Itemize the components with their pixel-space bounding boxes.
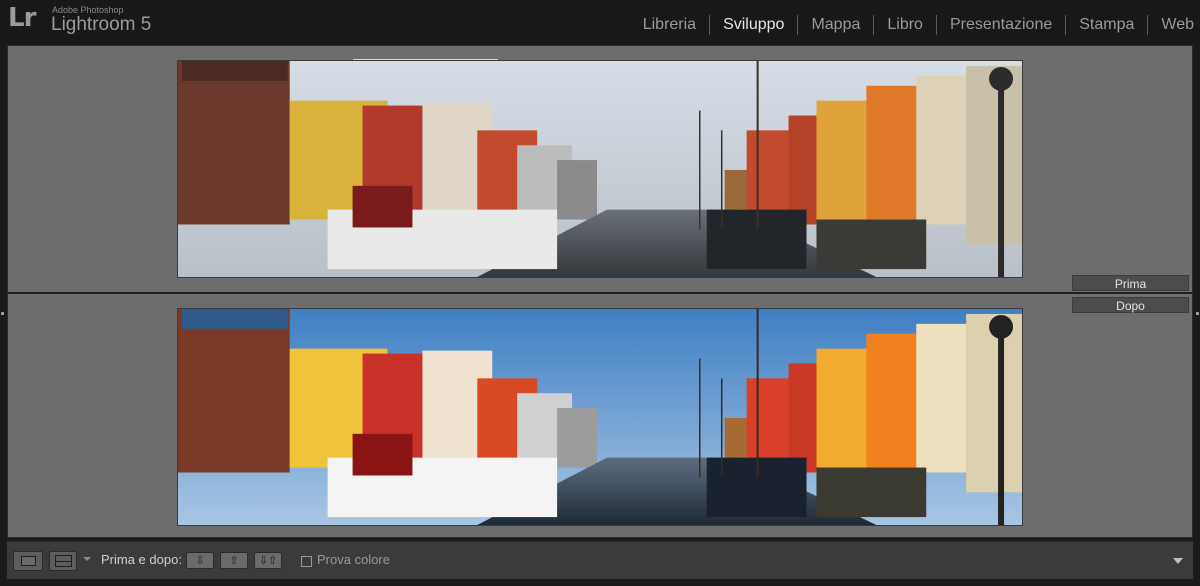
loupe-view-button[interactable] bbox=[13, 551, 43, 571]
module-web[interactable]: Web bbox=[1147, 15, 1200, 35]
view-mode-dropdown-icon[interactable] bbox=[83, 557, 91, 561]
bottom-toolbar: Prima e dopo: ⇩ ⇧ ⇩⇧ Prova colore bbox=[7, 541, 1193, 579]
toolbar-content-menu-icon[interactable] bbox=[1173, 558, 1183, 564]
after-pane bbox=[8, 296, 1192, 537]
before-after-view: Prima Dopo bbox=[7, 45, 1193, 538]
module-libreria[interactable]: Libreria bbox=[630, 15, 709, 35]
product-name: Lightroom 5 bbox=[51, 14, 152, 35]
copy-after-to-before-button[interactable]: ⇧ bbox=[220, 552, 248, 569]
left-panel-toggle-icon[interactable] bbox=[1, 312, 4, 315]
soft-proofing-checkbox[interactable] bbox=[301, 556, 312, 567]
before-photo-image bbox=[178, 61, 1022, 277]
swap-arrows-icon: ⇩⇧ bbox=[258, 554, 278, 567]
after-photo[interactable] bbox=[177, 308, 1023, 526]
module-mappa[interactable]: Mappa bbox=[797, 15, 873, 35]
logo-mark: Lr bbox=[8, 3, 36, 33]
module-picker: Libreria Sviluppo Mappa Libro Presentazi… bbox=[630, 14, 1200, 36]
before-after-view-button[interactable] bbox=[49, 551, 77, 571]
copy-before-to-after-button[interactable]: ⇩ bbox=[186, 552, 214, 569]
before-label: Prima bbox=[1072, 275, 1189, 291]
arrow-up-icon: ⇧ bbox=[229, 554, 239, 567]
after-label: Dopo bbox=[1072, 297, 1189, 313]
lightroom-logo-icon: Lr bbox=[8, 3, 42, 39]
before-pane bbox=[8, 46, 1192, 294]
loupe-view-icon bbox=[21, 556, 36, 566]
module-presentazione[interactable]: Presentazione bbox=[935, 15, 1065, 35]
module-sviluppo[interactable]: Sviluppo bbox=[709, 15, 797, 35]
module-stampa[interactable]: Stampa bbox=[1065, 15, 1147, 35]
module-libro[interactable]: Libro bbox=[873, 15, 936, 35]
filmstrip-edge bbox=[0, 579, 1200, 586]
before-photo[interactable] bbox=[177, 60, 1023, 278]
swap-before-after-button[interactable]: ⇩⇧ bbox=[254, 552, 282, 569]
arrow-down-icon: ⇩ bbox=[195, 554, 205, 567]
before-after-label: Prima e dopo: bbox=[101, 552, 182, 567]
soft-proofing-label[interactable]: Prova colore bbox=[317, 552, 390, 567]
top-module-bar: Lr Adobe Photoshop Lightroom 5 Libreria … bbox=[0, 0, 1200, 44]
right-panel-toggle-icon[interactable] bbox=[1196, 312, 1199, 315]
after-photo-image bbox=[178, 309, 1022, 525]
